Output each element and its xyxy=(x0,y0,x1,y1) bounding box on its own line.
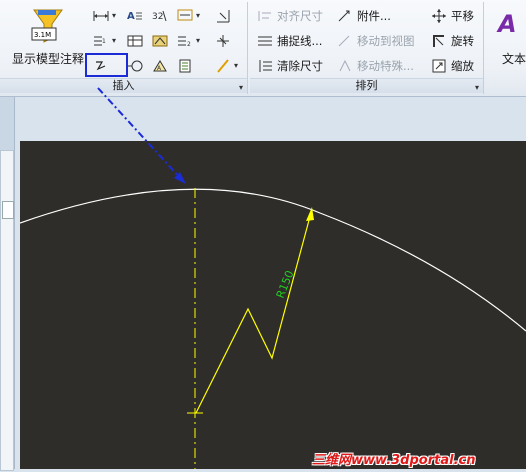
callout-arrow xyxy=(97,87,183,181)
annotation-arrow-overlay xyxy=(97,87,186,184)
watermark: 三维网www.3dportal.cn xyxy=(312,453,476,468)
